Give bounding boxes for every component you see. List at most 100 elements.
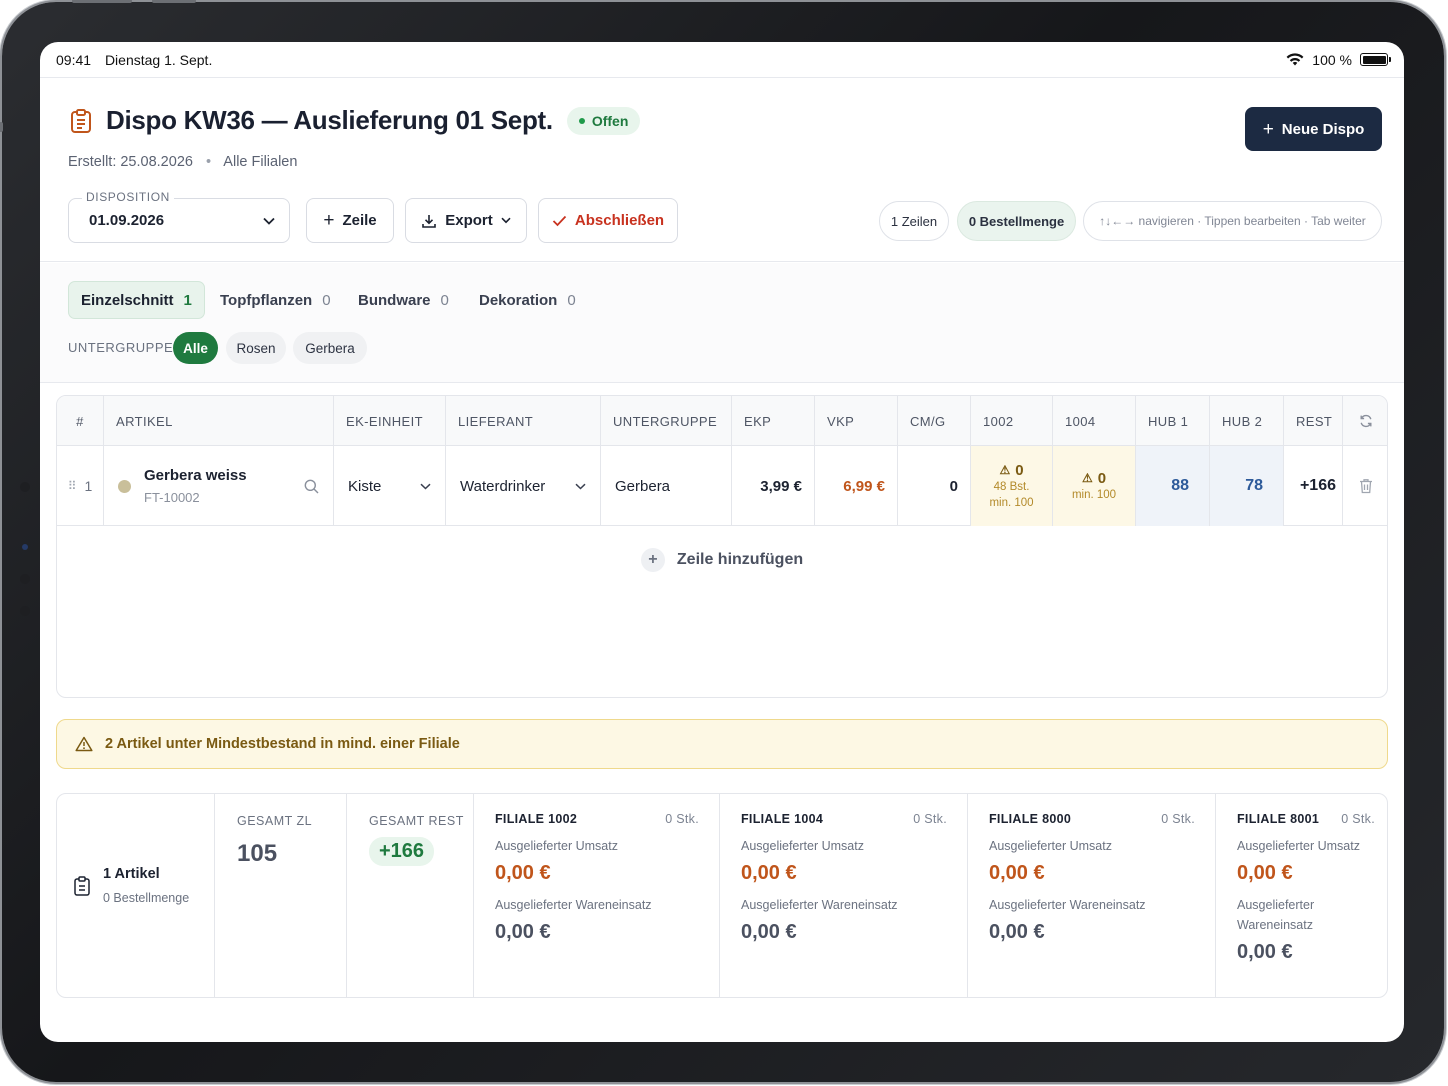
add-row-button[interactable]: + Zeile	[306, 198, 394, 243]
summary-card: 1 Artikel 0 Bestellmenge GESAMT ZL 105 G…	[56, 793, 1388, 998]
min-stock-warning: 2 Artikel unter Mindestbestand in mind. …	[56, 719, 1388, 769]
clipboard-icon	[74, 876, 90, 896]
rest-cell: +166	[1284, 446, 1343, 526]
sensor-dot	[20, 482, 30, 492]
branch-goods: 0,00 €	[989, 921, 1045, 943]
tab-label: Dekoration	[479, 291, 558, 309]
goods-label: Ausgelieferter	[1237, 898, 1315, 912]
cmg-cell[interactable]: 0	[898, 446, 971, 526]
tab-count: 0	[440, 291, 449, 309]
column-header-article: ARTIKEL	[104, 396, 334, 446]
article-name: Gerbera weiss	[144, 467, 247, 484]
chip-label: Rosen	[236, 340, 276, 356]
tab-einzelschnitt[interactable]: Einzelschnitt 1	[68, 281, 205, 319]
hub1-value: 88	[1171, 477, 1189, 494]
chip-rosen[interactable]: Rosen	[226, 332, 286, 364]
tab-topfpflanzen[interactable]: Topfpflanzen 0	[220, 281, 331, 319]
table-row[interactable]: ⠿ 1 Gerbera weiss FT-10002 Kiste Waterdr…	[57, 446, 1387, 526]
refresh-icon	[1360, 414, 1372, 428]
new-dispo-button[interactable]: + Neue Dispo	[1245, 107, 1382, 151]
tab-bundware[interactable]: Bundware 0	[358, 281, 449, 319]
branch-name: FILIALE 8000	[989, 812, 1072, 826]
hub2-cell[interactable]: 78	[1210, 446, 1284, 526]
column-header-hub1: HUB 1	[1136, 396, 1210, 446]
summary-total-rest: GESAMT REST +166	[347, 794, 474, 997]
tab-count: 0	[567, 291, 576, 309]
chip-label: Gerbera	[305, 340, 355, 356]
total-rest-value: +166	[369, 837, 435, 866]
tab-label: Topfpflanzen	[220, 291, 313, 309]
store-1002-stock: 48 Bst.	[993, 480, 1030, 493]
add-row-link[interactable]: + Zeile hinzufügen	[57, 548, 1387, 572]
order-qty-label: 0 Bestellmenge	[968, 213, 1065, 229]
tab-dekoration[interactable]: Dekoration 0	[479, 281, 576, 319]
order-qty-pill: 0 Bestellmenge	[957, 201, 1076, 241]
battery-icon	[1360, 53, 1391, 66]
store-1002-cell[interactable]: ⚠ 0 48 Bst. min. 100	[971, 446, 1053, 526]
branch-stk: 0 Stk.	[665, 812, 699, 826]
new-dispo-label: Neue Dispo	[1281, 120, 1365, 138]
subgroup-label: UNTERGRUPPE	[68, 340, 174, 355]
vkp-cell[interactable]: 6,99 €	[815, 446, 898, 526]
store-1004-cell[interactable]: ⚠ 0 min. 100	[1053, 446, 1136, 526]
plus-icon: +	[640, 548, 665, 572]
supplier-value: Waterdrinker	[460, 477, 546, 495]
branch-stk: 0 Stk.	[1161, 812, 1195, 826]
status-badge-label: Offen	[591, 112, 629, 129]
column-header-1002: 1002	[971, 396, 1053, 446]
summary-articles: 1 Artikel 0 Bestellmenge	[57, 794, 215, 997]
page-header: Dispo KW36 — Auslieferung 01 Sept. Offen…	[40, 79, 1404, 262]
branch-8001-summary: FILIALE 8001 0 Stk. Ausgelieferter Umsatz…	[1216, 794, 1387, 997]
store-1004-qty: ⚠ 0	[1082, 470, 1106, 487]
tab-label: Einzelschnitt	[81, 291, 174, 309]
page-title: Dispo KW36 — Auslieferung 01 Sept.	[106, 105, 553, 135]
chip-gerbera[interactable]: Gerbera	[293, 332, 367, 364]
column-header-supplier: LIEFERANT	[446, 396, 601, 446]
column-header-1004: 1004	[1053, 396, 1136, 446]
scope-label: Alle Filialen	[223, 154, 298, 170]
status-bar: 09:41 Dienstag 1. Sept. 100 %	[40, 42, 1404, 78]
drag-handle-icon[interactable]: ⠿	[68, 479, 77, 493]
article-cell[interactable]: Gerbera weiss FT-10002	[104, 446, 334, 526]
export-button[interactable]: Export	[405, 198, 527, 243]
revenue-label: Ausgelieferter Umsatz	[495, 839, 618, 853]
branch-stk: 0 Stk.	[1341, 812, 1375, 826]
store-1002-min: min. 100	[989, 496, 1034, 509]
branch-revenue: 0,00 €	[495, 862, 551, 884]
branch-goods: 0,00 €	[741, 921, 797, 943]
category-section: Einzelschnitt 1 Topfpflanzen 0 Bundware …	[40, 263, 1404, 383]
refresh-column-button[interactable]	[1343, 396, 1387, 446]
close-dispo-button[interactable]: Abschließen	[538, 198, 678, 243]
subgroup-value: Gerbera	[615, 477, 671, 495]
camera-icon	[22, 544, 28, 550]
top-button	[72, 0, 132, 3]
subgroup-cell[interactable]: Gerbera	[601, 446, 732, 526]
ekp-cell[interactable]: 3,99 €	[732, 446, 815, 526]
revenue-label: Ausgelieferter Umsatz	[1237, 839, 1360, 853]
branch-8000-summary: FILIALE 8000 0 Stk. Ausgelieferter Umsatz…	[968, 794, 1216, 997]
tab-count: 1	[183, 291, 192, 309]
unit-select[interactable]: Kiste	[334, 446, 446, 526]
top-button-2	[152, 0, 196, 3]
warning-icon: ⚠	[1081, 471, 1093, 485]
branch-name: FILIALE 1002	[495, 812, 578, 826]
sensor-dot	[20, 606, 30, 616]
supplier-select[interactable]: Waterdrinker	[446, 446, 601, 526]
goods-label: Ausgelieferter Wareneinsatz	[989, 898, 1146, 912]
article-color-dot-icon	[118, 479, 131, 493]
header-meta: Erstellt: 25.08.2026 • Alle Filialen	[68, 154, 297, 170]
hub1-cell[interactable]: 88	[1136, 446, 1210, 526]
status-dot-icon	[578, 117, 585, 124]
column-header-hub2: HUB 2	[1210, 396, 1284, 446]
table-header: # ARTIKEL EK-EINHEIT LIEFERANT UNTERGRUP…	[57, 396, 1387, 446]
chip-alle[interactable]: Alle	[173, 332, 218, 364]
delete-row-button[interactable]	[1343, 446, 1387, 526]
column-header-ekp: EKP	[732, 396, 815, 446]
wifi-icon	[1286, 53, 1304, 66]
status-time: 09:41	[56, 51, 92, 68]
revenue-label: Ausgelieferter Umsatz	[989, 839, 1112, 853]
chevron-down-icon	[501, 217, 511, 224]
disposition-select[interactable]: 01.09.2026	[68, 198, 290, 243]
search-icon[interactable]	[304, 479, 319, 494]
warning-icon: ⚠	[999, 463, 1011, 477]
